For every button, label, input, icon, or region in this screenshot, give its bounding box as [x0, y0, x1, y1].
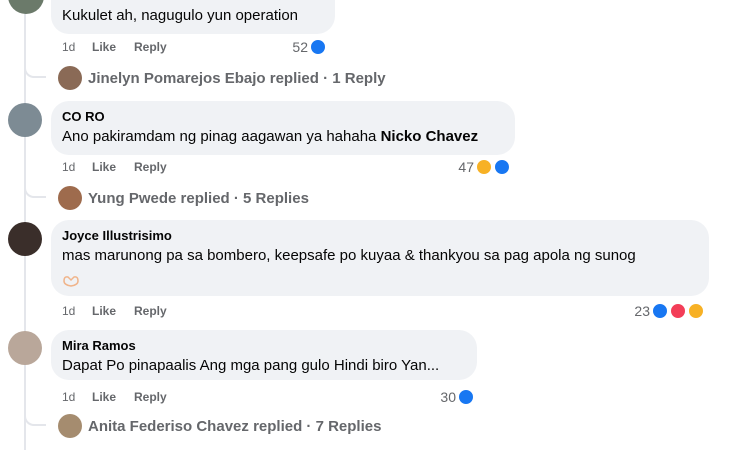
- commenter-avatar[interactable]: [8, 222, 42, 256]
- reaction-count[interactable]: 47: [438, 159, 474, 175]
- like-icon[interactable]: [651, 302, 669, 320]
- reply-connector: [24, 410, 46, 426]
- commenter-avatar[interactable]: [8, 103, 42, 137]
- comment-bubble: Mira Ramos Dapat Po pinapaalis Ang mga p…: [51, 330, 477, 380]
- reply-button[interactable]: Reply: [134, 160, 167, 174]
- comment-time[interactable]: 1d: [62, 304, 75, 318]
- comment-time[interactable]: 1d: [62, 40, 75, 54]
- reply-button[interactable]: Reply: [134, 304, 167, 318]
- care-icon[interactable]: [687, 302, 705, 320]
- reply-count: replied · 7 Replies: [253, 418, 382, 435]
- comment-text: mas marunong pa sa bombero, keepsafe po …: [62, 247, 636, 264]
- reply-connector: [24, 62, 46, 78]
- view-replies-link[interactable]: Yung Pwede replied · 5 Replies: [88, 190, 309, 207]
- reply-button[interactable]: Reply: [134, 40, 167, 54]
- replier-name: Anita Federiso Chavez: [88, 418, 249, 435]
- comment-author[interactable]: Joyce Illustrisimo: [62, 228, 172, 243]
- view-replies-link[interactable]: Jinelyn Pomarejos Ebajo replied · 1 Repl…: [88, 70, 386, 87]
- comment-body: Ano pakiramdam ng pinag aagawan ya hahah…: [62, 128, 377, 145]
- haha-icon[interactable]: [475, 158, 493, 176]
- reply-avatar[interactable]: [58, 414, 82, 438]
- comment-text: Kukulet ah, nagugulo yun operation: [62, 7, 299, 24]
- reaction-count[interactable]: 30: [420, 389, 456, 405]
- comment-bubble: CO RO Ano pakiramdam ng pinag aagawan ya…: [51, 101, 515, 155]
- view-replies-link[interactable]: Anita Federiso Chavez replied · 7 Replie…: [88, 418, 381, 435]
- commenter-avatar[interactable]: [8, 0, 44, 14]
- comment-time[interactable]: 1d: [62, 390, 75, 404]
- comment-bubble: Kukulet ah, nagugulo yun operation: [51, 0, 335, 34]
- reaction-count[interactable]: 52: [270, 39, 308, 55]
- comment-time[interactable]: 1d: [62, 160, 75, 174]
- like-button[interactable]: Like: [92, 304, 116, 318]
- comment-bubble: Joyce Illustrisimo mas marunong pa sa bo…: [51, 220, 709, 296]
- mention-link[interactable]: Nicko Chavez: [381, 128, 479, 145]
- heart-hands-emoji: [63, 274, 79, 287]
- like-icon[interactable]: [493, 158, 511, 176]
- reply-connector: [24, 182, 46, 198]
- like-button[interactable]: Like: [92, 160, 116, 174]
- like-icon[interactable]: [457, 388, 475, 406]
- comment-text: Dapat Po pinapaalis Ang mga pang gulo Hi…: [62, 357, 440, 374]
- like-button[interactable]: Like: [92, 40, 116, 54]
- reply-avatar[interactable]: [58, 66, 82, 90]
- reply-count: replied · 1 Reply: [269, 70, 386, 87]
- like-button[interactable]: Like: [92, 390, 116, 404]
- reply-button[interactable]: Reply: [134, 390, 167, 404]
- commenter-avatar[interactable]: [8, 331, 42, 365]
- replier-name: Yung Pwede: [88, 190, 177, 207]
- reaction-count[interactable]: 23: [614, 303, 650, 319]
- reply-count: replied · 5 Replies: [180, 190, 309, 207]
- comment-author[interactable]: Mira Ramos: [62, 338, 136, 353]
- comment-text: Ano pakiramdam ng pinag aagawan ya hahah…: [62, 128, 478, 145]
- replier-name: Jinelyn Pomarejos Ebajo: [88, 70, 266, 87]
- like-icon[interactable]: [309, 38, 327, 56]
- comment-author[interactable]: CO RO: [62, 109, 105, 124]
- reply-avatar[interactable]: [58, 186, 82, 210]
- love-icon[interactable]: [669, 302, 687, 320]
